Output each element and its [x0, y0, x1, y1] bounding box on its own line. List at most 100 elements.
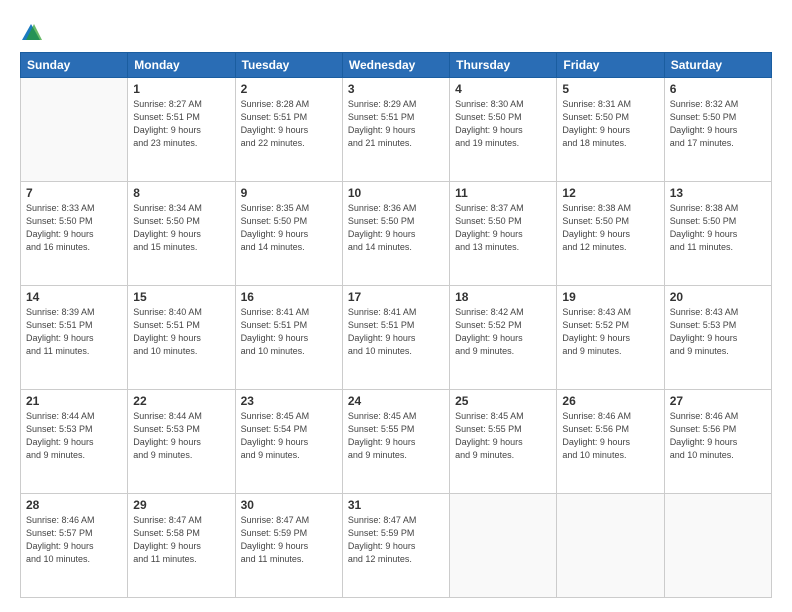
logo: [20, 22, 45, 44]
day-number: 8: [133, 186, 229, 200]
day-number: 19: [562, 290, 658, 304]
day-number: 1: [133, 82, 229, 96]
day-info: Sunrise: 8:32 AM Sunset: 5:50 PM Dayligh…: [670, 98, 766, 150]
day-info: Sunrise: 8:38 AM Sunset: 5:50 PM Dayligh…: [670, 202, 766, 254]
weekday-header-monday: Monday: [128, 53, 235, 78]
calendar-cell: 14 Sunrise: 8:39 AM Sunset: 5:51 PM Dayli…: [21, 286, 128, 390]
weekday-header-saturday: Saturday: [664, 53, 771, 78]
day-number: 5: [562, 82, 658, 96]
day-number: 24: [348, 394, 444, 408]
day-number: 27: [670, 394, 766, 408]
day-number: 14: [26, 290, 122, 304]
day-info: Sunrise: 8:43 AM Sunset: 5:53 PM Dayligh…: [670, 306, 766, 358]
day-number: 4: [455, 82, 551, 96]
calendar-cell: 21Sunrise: 8:44 AM Sunset: 5:53 PM Dayli…: [21, 390, 128, 494]
calendar-cell: [21, 78, 128, 182]
day-info: Sunrise: 8:27 AM Sunset: 5:51 PM Dayligh…: [133, 98, 229, 150]
day-number: 30: [241, 498, 337, 512]
calendar-cell: 4 Sunrise: 8:30 AM Sunset: 5:50 PM Daylig…: [450, 78, 557, 182]
day-info: Sunrise: 8:42 AM Sunset: 5:52 PM Dayligh…: [455, 306, 551, 358]
day-number: 28: [26, 498, 122, 512]
page: SundayMondayTuesdayWednesdayThursdayFrid…: [0, 0, 792, 612]
day-number: 22: [133, 394, 229, 408]
calendar-week-row: 7 Sunrise: 8:33 AM Sunset: 5:50 PM Daylig…: [21, 182, 772, 286]
day-info: Sunrise: 8:35 AM Sunset: 5:50 PM Dayligh…: [241, 202, 337, 254]
calendar-cell: 6 Sunrise: 8:32 AM Sunset: 5:50 PM Daylig…: [664, 78, 771, 182]
calendar-cell: 26 Sunrise: 8:46 AM Sunset: 5:56 PM Dayli…: [557, 390, 664, 494]
calendar-cell: 22 Sunrise: 8:44 AM Sunset: 5:53 PM Dayli…: [128, 390, 235, 494]
calendar-cell: 19 Sunrise: 8:43 AM Sunset: 5:52 PM Dayli…: [557, 286, 664, 390]
calendar-cell: 23 Sunrise: 8:45 AM Sunset: 5:54 PM Dayli…: [235, 390, 342, 494]
day-info: Sunrise: 8:45 AM Sunset: 5:55 PM Dayligh…: [348, 410, 444, 462]
calendar-cell: 30 Sunrise: 8:47 AM Sunset: 5:59 PM Dayli…: [235, 494, 342, 598]
calendar-cell: 13 Sunrise: 8:38 AM Sunset: 5:50 PM Dayli…: [664, 182, 771, 286]
day-number: 7: [26, 186, 122, 200]
calendar-cell: 15 Sunrise: 8:40 AM Sunset: 5:51 PM Dayli…: [128, 286, 235, 390]
calendar-cell: 27 Sunrise: 8:46 AM Sunset: 5:56 PM Dayli…: [664, 390, 771, 494]
weekday-header-wednesday: Wednesday: [342, 53, 449, 78]
day-info: Sunrise: 8:43 AM Sunset: 5:52 PM Dayligh…: [562, 306, 658, 358]
calendar-cell: [450, 494, 557, 598]
day-number: 16: [241, 290, 337, 304]
day-number: 25: [455, 394, 551, 408]
day-info: Sunrise: 8:46 AM Sunset: 5:56 PM Dayligh…: [562, 410, 658, 462]
day-info: Sunrise: 8:44 AM Sunset: 5:53 PM Dayligh…: [26, 410, 122, 462]
calendar-cell: 2 Sunrise: 8:28 AM Sunset: 5:51 PM Daylig…: [235, 78, 342, 182]
calendar-cell: 31 Sunrise: 8:47 AM Sunset: 5:59 PM Dayli…: [342, 494, 449, 598]
logo-icon: [20, 22, 42, 44]
weekday-header-thursday: Thursday: [450, 53, 557, 78]
day-number: 2: [241, 82, 337, 96]
day-info: Sunrise: 8:30 AM Sunset: 5:50 PM Dayligh…: [455, 98, 551, 150]
day-info: Sunrise: 8:44 AM Sunset: 5:53 PM Dayligh…: [133, 410, 229, 462]
calendar-cell: 8 Sunrise: 8:34 AM Sunset: 5:50 PM Daylig…: [128, 182, 235, 286]
day-info: Sunrise: 8:28 AM Sunset: 5:51 PM Dayligh…: [241, 98, 337, 150]
calendar-cell: 1 Sunrise: 8:27 AM Sunset: 5:51 PM Daylig…: [128, 78, 235, 182]
day-info: Sunrise: 8:33 AM Sunset: 5:50 PM Dayligh…: [26, 202, 122, 254]
day-info: Sunrise: 8:45 AM Sunset: 5:55 PM Dayligh…: [455, 410, 551, 462]
day-info: Sunrise: 8:41 AM Sunset: 5:51 PM Dayligh…: [241, 306, 337, 358]
calendar-cell: 25 Sunrise: 8:45 AM Sunset: 5:55 PM Dayli…: [450, 390, 557, 494]
day-number: 3: [348, 82, 444, 96]
calendar-cell: 17 Sunrise: 8:41 AM Sunset: 5:51 PM Dayli…: [342, 286, 449, 390]
calendar-cell: 3 Sunrise: 8:29 AM Sunset: 5:51 PM Daylig…: [342, 78, 449, 182]
calendar-cell: 20 Sunrise: 8:43 AM Sunset: 5:53 PM Dayli…: [664, 286, 771, 390]
calendar-cell: 12Sunrise: 8:38 AM Sunset: 5:50 PM Dayli…: [557, 182, 664, 286]
header: [20, 18, 772, 44]
calendar-cell: 28 Sunrise: 8:46 AM Sunset: 5:57 PM Dayli…: [21, 494, 128, 598]
day-number: 29: [133, 498, 229, 512]
calendar-cell: 29Sunrise: 8:47 AM Sunset: 5:58 PM Dayli…: [128, 494, 235, 598]
weekday-header-sunday: Sunday: [21, 53, 128, 78]
day-number: 6: [670, 82, 766, 96]
day-info: Sunrise: 8:45 AM Sunset: 5:54 PM Dayligh…: [241, 410, 337, 462]
day-number: 26: [562, 394, 658, 408]
day-number: 11: [455, 186, 551, 200]
calendar-week-row: 28 Sunrise: 8:46 AM Sunset: 5:57 PM Dayli…: [21, 494, 772, 598]
calendar: SundayMondayTuesdayWednesdayThursdayFrid…: [20, 52, 772, 598]
day-info: Sunrise: 8:39 AM Sunset: 5:51 PM Dayligh…: [26, 306, 122, 358]
day-number: 15: [133, 290, 229, 304]
day-number: 13: [670, 186, 766, 200]
day-info: Sunrise: 8:38 AM Sunset: 5:50 PM Dayligh…: [562, 202, 658, 254]
day-number: 10: [348, 186, 444, 200]
weekday-header-friday: Friday: [557, 53, 664, 78]
day-number: 31: [348, 498, 444, 512]
calendar-week-row: 14 Sunrise: 8:39 AM Sunset: 5:51 PM Dayli…: [21, 286, 772, 390]
calendar-cell: 16 Sunrise: 8:41 AM Sunset: 5:51 PM Dayli…: [235, 286, 342, 390]
calendar-cell: 9 Sunrise: 8:35 AM Sunset: 5:50 PM Daylig…: [235, 182, 342, 286]
day-info: Sunrise: 8:47 AM Sunset: 5:59 PM Dayligh…: [241, 514, 337, 566]
day-number: 18: [455, 290, 551, 304]
day-info: Sunrise: 8:47 AM Sunset: 5:59 PM Dayligh…: [348, 514, 444, 566]
day-number: 20: [670, 290, 766, 304]
day-number: 23: [241, 394, 337, 408]
calendar-cell: 10 Sunrise: 8:36 AM Sunset: 5:50 PM Dayli…: [342, 182, 449, 286]
day-info: Sunrise: 8:29 AM Sunset: 5:51 PM Dayligh…: [348, 98, 444, 150]
day-number: 17: [348, 290, 444, 304]
day-info: Sunrise: 8:34 AM Sunset: 5:50 PM Dayligh…: [133, 202, 229, 254]
day-info: Sunrise: 8:31 AM Sunset: 5:50 PM Dayligh…: [562, 98, 658, 150]
day-info: Sunrise: 8:46 AM Sunset: 5:57 PM Dayligh…: [26, 514, 122, 566]
day-info: Sunrise: 8:41 AM Sunset: 5:51 PM Dayligh…: [348, 306, 444, 358]
day-info: Sunrise: 8:46 AM Sunset: 5:56 PM Dayligh…: [670, 410, 766, 462]
day-info: Sunrise: 8:36 AM Sunset: 5:50 PM Dayligh…: [348, 202, 444, 254]
day-number: 9: [241, 186, 337, 200]
day-info: Sunrise: 8:40 AM Sunset: 5:51 PM Dayligh…: [133, 306, 229, 358]
